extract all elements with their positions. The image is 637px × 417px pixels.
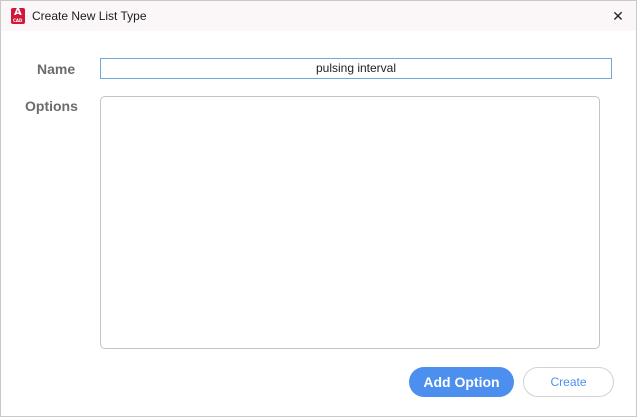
add-option-button[interactable]: Add Option bbox=[409, 367, 514, 397]
app-logo-letter: A bbox=[14, 7, 22, 18]
dialog-window: A CAD Create New List Type ✕ Name pulsin… bbox=[0, 0, 637, 417]
title-bar: A CAD Create New List Type ✕ bbox=[1, 1, 636, 31]
window-title: Create New List Type bbox=[32, 9, 147, 23]
close-icon[interactable]: ✕ bbox=[607, 5, 629, 27]
name-input[interactable]: pulsing interval bbox=[100, 58, 612, 79]
app-logo-caption: CAD bbox=[13, 18, 23, 23]
name-label: Name bbox=[37, 61, 76, 77]
app-logo-icon: A CAD bbox=[11, 7, 25, 24]
options-label: Options bbox=[25, 98, 78, 114]
options-textarea[interactable] bbox=[100, 96, 600, 349]
create-button[interactable]: Create bbox=[523, 367, 614, 397]
